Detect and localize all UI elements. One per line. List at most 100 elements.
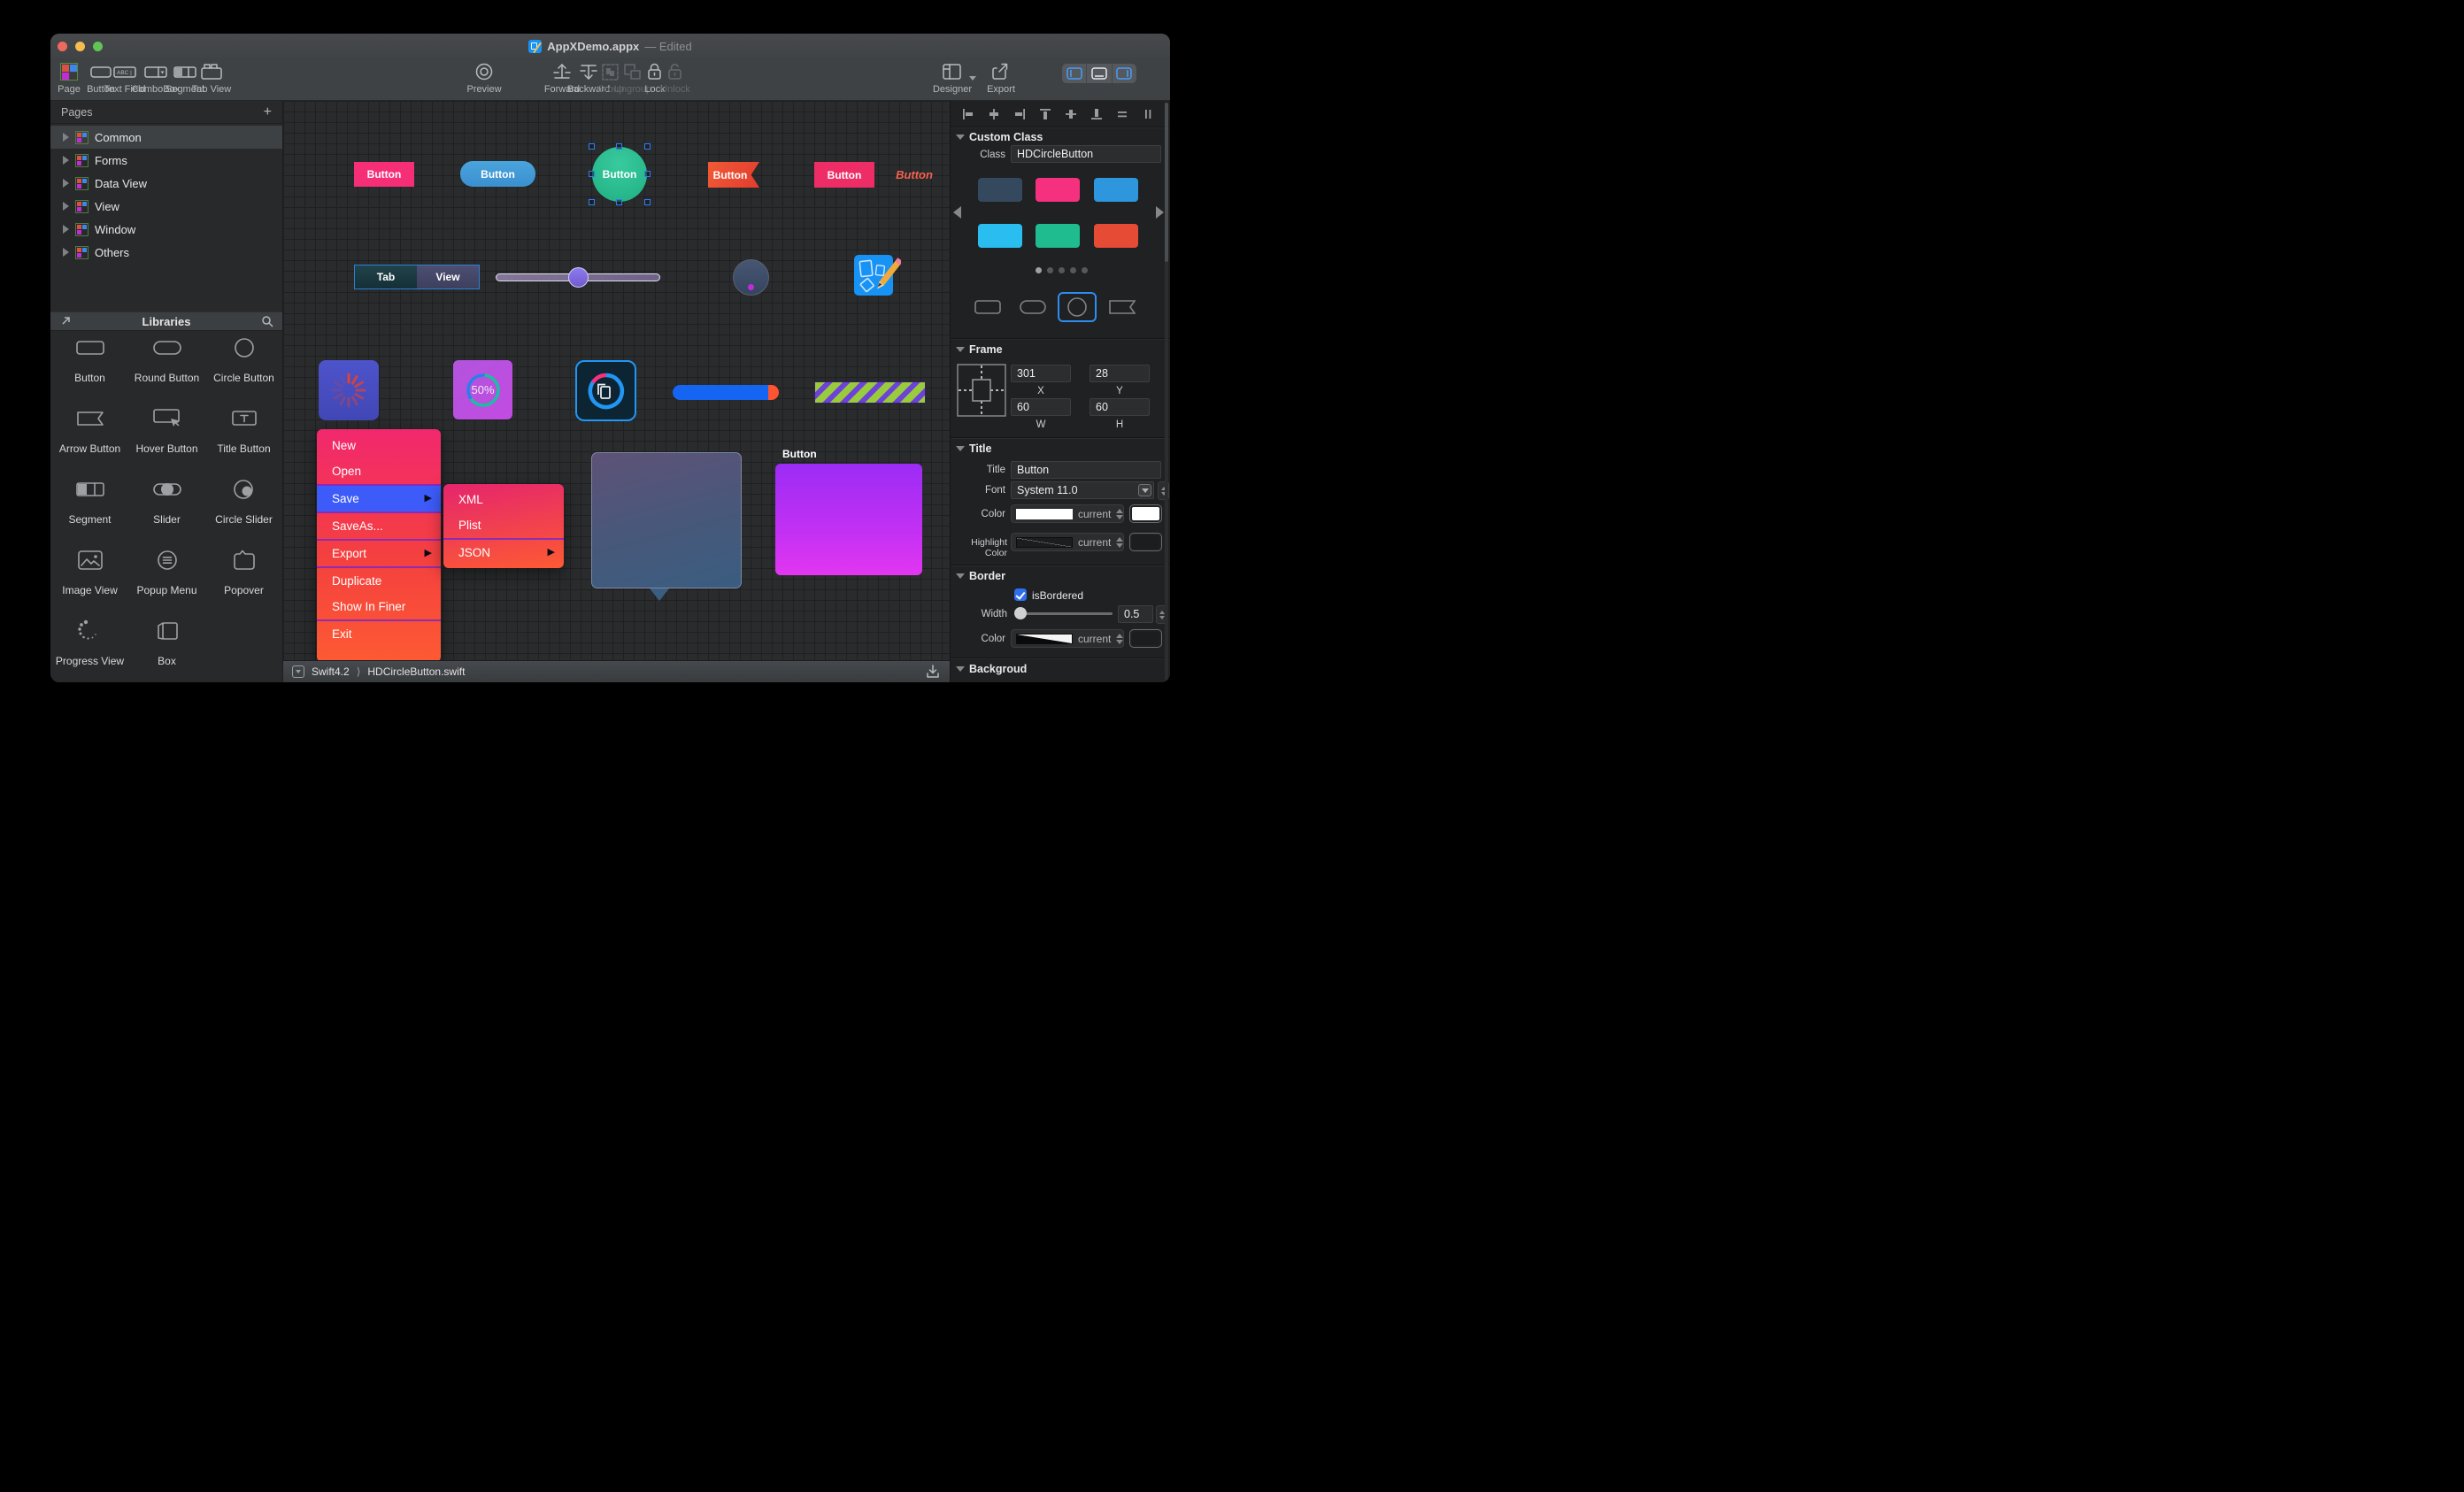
canvas-tab-segment[interactable]: Tab View [354,265,480,289]
carousel-dot[interactable] [1059,267,1065,273]
isbordered-checkbox[interactable] [1014,588,1027,601]
library-item-arrow-button[interactable]: Arrow Button [51,406,128,455]
border-color-well[interactable] [1129,629,1162,648]
statusbar-language[interactable]: Swift4.2 [312,665,350,678]
toolbar-tabview-tool[interactable]: Tab View [181,60,243,95]
segment-view[interactable]: View [417,265,479,288]
title-field[interactable]: Button [1011,461,1161,479]
canvas-round-button[interactable]: Button [460,161,535,187]
library-item-box[interactable]: Box [128,619,205,667]
border-width-thumb[interactable] [1014,607,1027,619]
color-swatch[interactable] [1036,178,1080,202]
menu-item-new[interactable]: New [317,433,441,458]
swatch-prev-arrow[interactable] [953,206,961,219]
canvas-app-icon[interactable] [853,253,901,299]
align-left-icon[interactable] [961,107,975,121]
disclosure-triangle-icon[interactable] [63,156,69,165]
sidebar-item-data-view[interactable]: Data View [50,172,282,195]
canvas-arrow-button[interactable]: Button [708,162,759,188]
segment-tab[interactable]: Tab [355,265,417,288]
submenu-item-plist[interactable]: Plist [443,512,564,538]
submenu-item-json[interactable]: JSON ▶ [443,540,564,565]
library-item-button[interactable]: Button [51,335,128,384]
align-right-icon[interactable] [1013,107,1027,121]
canvas-purple-box[interactable] [775,464,922,575]
color-swatch[interactable] [1036,224,1080,248]
inspector-scrollbar[interactable] [1165,103,1168,681]
sidebar-item-common[interactable]: Common [50,126,282,149]
canvas-progress-ring-tile[interactable]: 50% [453,360,512,419]
menu-item-duplicate[interactable]: Duplicate [317,568,441,594]
jump-bar-icon[interactable] [292,665,304,678]
color-swatch[interactable] [1094,178,1138,202]
canvas-slider-thumb[interactable] [568,267,589,288]
sidebar-item-window[interactable]: Window [50,218,282,241]
library-item-popover[interactable]: Popover [205,548,282,596]
disclosure-triangle-icon[interactable] [63,133,69,142]
frame-anchor-diagram[interactable] [957,364,1006,417]
border-width-field[interactable]: 0.5 [1118,605,1153,623]
shape-arrow-button[interactable] [1108,297,1136,317]
menu-item-exit[interactable]: Exit [317,621,441,647]
align-center-horizontal-icon[interactable] [987,107,1001,121]
library-item-image-view[interactable]: Image View [51,548,128,596]
border-width-slider[interactable] [1014,612,1113,615]
canvas-title-button[interactable]: Button [883,164,945,185]
background-header[interactable]: Backgroud [956,663,1027,675]
menu-item-show-in-finer[interactable]: Show In Finer [317,594,441,619]
class-field[interactable]: HDCircleButton [1011,145,1161,163]
shape-round-button[interactable] [1019,297,1047,317]
canvas-rect-button[interactable]: Button [354,162,414,187]
align-bottom-icon[interactable] [1090,107,1104,121]
library-item-round-button[interactable]: Round Button [128,335,205,384]
toolbar-preview-button[interactable]: Preview [453,60,515,95]
search-icon[interactable] [261,315,273,327]
library-item-slider[interactable]: Slider [128,477,205,526]
sidebar-item-view[interactable]: View [50,195,282,218]
title-color-combo[interactable]: current [1011,504,1124,523]
carousel-dot[interactable] [1082,267,1088,273]
font-dropdown-button[interactable] [1138,484,1151,496]
color-swatch[interactable] [1094,224,1138,248]
distribute-horizontal-icon[interactable] [1115,107,1129,121]
disclosure-triangle-icon[interactable] [63,225,69,234]
expand-icon[interactable] [59,315,72,327]
library-item-segment[interactable]: Segment [51,477,128,526]
color-swatch[interactable] [978,178,1022,202]
canvas-progress-bar[interactable] [673,385,779,400]
frame-y-field[interactable]: 28 [1090,365,1150,382]
align-top-icon[interactable] [1038,107,1052,121]
library-item-title-button[interactable]: Title Button [205,406,282,455]
menu-item-export[interactable]: Export ▶ [317,541,441,566]
color-stepper[interactable] [1116,633,1124,644]
highlight-color-well[interactable] [1129,533,1162,551]
library-item-popup-menu[interactable]: Popup Menu [128,548,205,596]
statusbar-file[interactable]: HDCircleButton.swift [367,665,465,678]
border-color-combo[interactable]: current [1011,629,1124,648]
carousel-dot[interactable] [1047,267,1053,273]
shape-circle-button-selected[interactable] [1058,292,1097,322]
color-stepper[interactable] [1116,508,1124,519]
swatch-next-arrow[interactable] [1156,206,1164,219]
canvas-spinner-tile[interactable] [319,360,379,420]
frame-header[interactable]: Frame [956,343,1003,356]
color-swatch[interactable] [978,224,1022,248]
canvas-circle-button-selected[interactable]: Button [592,147,647,202]
frame-x-field[interactable]: 301 [1011,365,1071,382]
border-header[interactable]: Border [956,570,1005,582]
library-item-circle-button[interactable]: Circle Button [205,335,282,384]
distribute-vertical-icon[interactable] [1141,107,1155,121]
download-icon[interactable] [925,664,941,680]
carousel-dot[interactable] [1070,267,1076,273]
library-item-hover-button[interactable]: Hover Button [128,406,205,455]
toggle-left-sidebar-button[interactable] [1062,64,1088,83]
disclosure-triangle-icon[interactable] [63,202,69,211]
color-stepper[interactable] [1116,536,1124,548]
custom-class-header[interactable]: Custom Class [956,131,1043,143]
title-color-well[interactable] [1129,504,1162,523]
menu-item-save[interactable]: Save ▶ [317,486,441,511]
disclosure-triangle-icon[interactable] [63,179,69,188]
canvas-rect-button-2[interactable]: Button [814,162,874,188]
canvas-striped-progress[interactable] [814,381,926,404]
add-page-button[interactable]: + [264,104,272,119]
